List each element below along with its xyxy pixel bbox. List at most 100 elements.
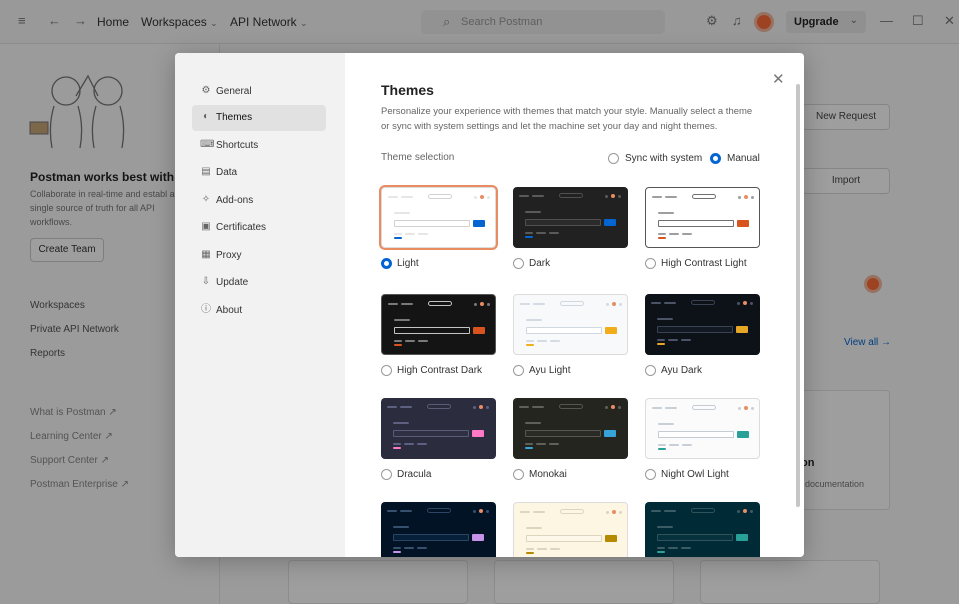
theme-card-solarized-light[interactable] <box>513 502 628 557</box>
preview-block <box>479 509 483 513</box>
preview-block <box>519 406 529 408</box>
theme-label-ayu-light[interactable]: Ayu Light <box>529 365 571 376</box>
preview-block <box>738 196 741 199</box>
preview-block <box>605 195 608 198</box>
theme-card-high-contrast-light[interactable] <box>645 187 760 248</box>
preview-block <box>682 444 692 446</box>
preview-block <box>519 195 529 197</box>
preview-block <box>400 406 412 408</box>
preview-block <box>387 510 397 512</box>
theme-label-dracula[interactable]: Dracula <box>397 469 431 480</box>
preview-block <box>658 431 734 438</box>
theme-radio-ayu-light[interactable] <box>513 365 524 376</box>
preview-block <box>417 547 427 549</box>
preview-block <box>549 232 559 234</box>
theme-radio-dark[interactable] <box>513 258 524 269</box>
preview-block <box>605 535 617 542</box>
theme-label-monokai[interactable]: Monokai <box>529 469 567 480</box>
theme-label-high-contrast-dark[interactable]: High Contrast Dark <box>397 365 482 376</box>
preview-block <box>605 406 608 409</box>
preview-block <box>532 406 544 408</box>
theme-radio-high-contrast-light[interactable] <box>645 258 656 269</box>
preview-block <box>681 547 691 549</box>
preview-block <box>692 405 716 410</box>
sync-with-system-label[interactable]: Sync with system <box>625 153 702 164</box>
theme-radio-light[interactable] <box>381 258 392 269</box>
preview-block <box>618 406 621 409</box>
preview-block <box>525 430 601 437</box>
theme-selection-label: Theme selection <box>381 152 455 163</box>
preview-block <box>550 548 560 550</box>
preview-block <box>480 302 484 306</box>
theme-card-dracula[interactable] <box>381 398 496 459</box>
preview-block <box>668 339 678 341</box>
preview-block <box>428 194 452 199</box>
theme-label-ayu-dark[interactable]: Ayu Dark <box>661 365 702 376</box>
settings-modal: ⚙ General ◐ Themes ⌨ Shortcuts ▤ Data ✧ Add-ons ▣ C… <box>175 53 804 557</box>
theme-card-monokai[interactable] <box>513 398 628 459</box>
sync-with-system-radio[interactable] <box>608 153 619 164</box>
preview-block <box>474 303 477 306</box>
preview-block <box>533 303 545 305</box>
preview-block <box>669 233 679 235</box>
theme-card-night-owl[interactable] <box>381 502 496 557</box>
themes-content: Themes Personalize your experience with … <box>175 53 804 557</box>
page-title: Themes <box>381 82 434 98</box>
preview-block <box>393 551 401 553</box>
theme-card-ayu-light[interactable] <box>513 294 628 355</box>
preview-block <box>605 327 617 334</box>
manual-label[interactable]: Manual <box>727 153 760 164</box>
preview-block <box>692 194 716 199</box>
preview-block <box>393 422 409 424</box>
theme-label-night-owl-light[interactable]: Night Owl Light <box>661 469 729 480</box>
preview-block <box>393 447 401 449</box>
preview-block <box>604 219 616 226</box>
preview-block <box>658 237 666 239</box>
preview-block <box>664 302 676 304</box>
preview-block <box>658 220 734 227</box>
preview-block <box>473 406 476 409</box>
theme-radio-high-contrast-dark[interactable] <box>381 365 392 376</box>
preview-block <box>473 220 485 227</box>
preview-block <box>427 508 451 513</box>
preview-block <box>525 447 533 449</box>
theme-label-light[interactable]: Light <box>397 258 419 269</box>
preview-block <box>427 404 451 409</box>
preview-block <box>525 236 533 238</box>
theme-card-night-owl-light[interactable] <box>645 398 760 459</box>
theme-card-dark[interactable] <box>513 187 628 248</box>
preview-block <box>525 232 533 234</box>
preview-block <box>657 339 665 341</box>
preview-block <box>657 547 665 549</box>
theme-card-solarized-dark[interactable] <box>645 502 760 557</box>
preview-block <box>394 212 410 214</box>
preview-block <box>744 406 748 410</box>
preview-block <box>393 443 401 445</box>
preview-block <box>606 511 609 514</box>
theme-label-high-contrast-light[interactable]: High Contrast Light <box>661 258 747 269</box>
preview-block <box>525 422 541 424</box>
preview-block <box>525 443 533 445</box>
preview-block <box>405 233 415 235</box>
preview-block <box>681 339 691 341</box>
preview-block <box>744 195 748 199</box>
theme-radio-night-owl-light[interactable] <box>645 469 656 480</box>
preview-block <box>526 327 602 334</box>
theme-card-high-contrast-dark[interactable] <box>381 294 496 355</box>
close-icon[interactable]: ✕ <box>772 70 785 88</box>
preview-block <box>404 443 414 445</box>
preview-block <box>537 340 547 342</box>
preview-block <box>532 195 544 197</box>
theme-card-ayu-dark[interactable] <box>645 294 760 355</box>
scrollbar[interactable] <box>796 84 800 507</box>
theme-radio-ayu-dark[interactable] <box>645 365 656 376</box>
preview-block <box>549 443 559 445</box>
theme-radio-monokai[interactable] <box>513 469 524 480</box>
theme-radio-dracula[interactable] <box>381 469 392 480</box>
theme-label-dark[interactable]: Dark <box>529 258 550 269</box>
preview-block <box>750 302 753 305</box>
preview-block <box>736 326 748 333</box>
manual-radio[interactable] <box>710 153 721 164</box>
preview-block <box>657 318 673 320</box>
theme-card-light[interactable] <box>381 187 496 248</box>
